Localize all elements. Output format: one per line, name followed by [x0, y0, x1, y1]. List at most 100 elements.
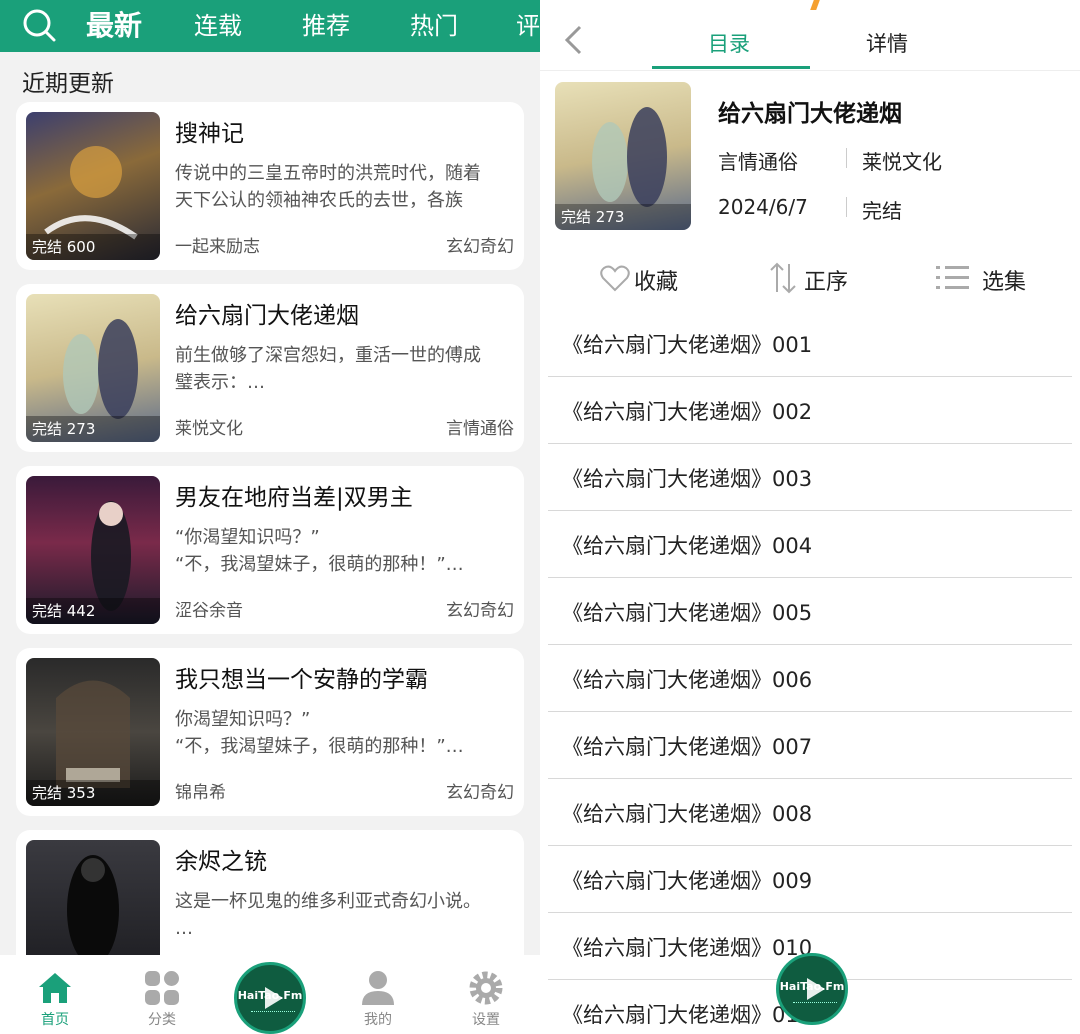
- tab-label: 设置: [472, 1012, 500, 1028]
- home-icon: [39, 973, 71, 1003]
- book-desc: 这是一杯见鬼的维多利亚式奇幻小说。 …: [175, 891, 481, 939]
- tab-hot[interactable]: 热门: [410, 6, 458, 41]
- book-title: 余烬之铳: [175, 849, 267, 875]
- book-desc: 传说中的三皇五帝时的洪荒时代，随着 天下公认的领袖神农氏的去世，各族: [175, 163, 481, 211]
- decorative-mark: [810, 0, 820, 10]
- book-cover: 完结 442: [26, 476, 160, 624]
- book-author: 锦帛希: [175, 783, 226, 803]
- chapter-title: 《给六扇门大佬递烟》008: [562, 802, 813, 826]
- book-title: 男友在地府当差|双男主: [175, 485, 413, 511]
- section-title: 近期更新: [22, 71, 114, 97]
- sort-order-label: 正序: [804, 270, 849, 295]
- select-episodes-label: 选集: [982, 270, 1027, 295]
- book-cover: 完结 273: [555, 82, 691, 230]
- chapter-title: 《给六扇门大佬递烟》009: [562, 869, 813, 893]
- separator: [846, 197, 847, 217]
- chapter-title: 《给六扇门大佬递烟》006: [562, 668, 813, 692]
- user-icon: [362, 971, 394, 1005]
- chapter-item[interactable]: 《给六扇门大佬递烟》007: [548, 712, 1072, 779]
- waveform-icon: [793, 1002, 837, 1008]
- book-author: 莱悦文化: [175, 419, 243, 439]
- separator: [846, 148, 847, 168]
- play-icon: [807, 978, 825, 1000]
- book-title: 给六扇门大佬递烟: [718, 101, 902, 127]
- book-genre: 言情通俗: [446, 419, 514, 439]
- tab-contents[interactable]: 目录: [708, 28, 750, 58]
- book-genre: 玄幻奇幻: [446, 783, 514, 803]
- book-cover: 完结 353: [26, 658, 160, 806]
- book-card[interactable]: 完结 273 给六扇门大佬递烟 前生做够了深宫怨妇，重活一世的傅成 璧表示：… …: [16, 284, 524, 452]
- bottom-tab-bar: 首页 分类 HaiTao.Fm 我的 设置: [0, 955, 540, 1034]
- list-icon: [936, 266, 969, 289]
- book-genre: 玄幻奇幻: [446, 601, 514, 621]
- status-badge: 完结 600: [26, 234, 160, 260]
- search-icon[interactable]: [22, 8, 56, 42]
- tab-label: 分类: [148, 1012, 176, 1028]
- heart-icon: [600, 265, 630, 292]
- tab-label: 首页: [41, 1012, 69, 1028]
- book-publisher: 莱悦文化: [862, 150, 942, 174]
- book-desc: 前生做够了深宫怨妇，重活一世的傅成 璧表示：…: [175, 345, 481, 393]
- select-episodes-button[interactable]: 选集: [936, 258, 1066, 298]
- book-card[interactable]: 完结 442 男友在地府当差|双男主 “你渴望知识吗？” “不，我渴望妹子，很萌…: [16, 466, 524, 634]
- tab-mine[interactable]: 我的: [348, 969, 408, 1029]
- status-badge: 完结 353: [26, 780, 160, 806]
- tab-home[interactable]: 首页: [25, 969, 85, 1029]
- status-badge: 完结 442: [26, 598, 160, 624]
- book-title: 搜神记: [175, 121, 244, 147]
- chapter-title: 《给六扇门大佬递烟》007: [562, 735, 813, 759]
- chapter-item[interactable]: 《给六扇门大佬递烟》001: [548, 310, 1072, 377]
- top-nav-bar: 最新 连载 推荐 热门 评: [0, 0, 540, 52]
- chapter-item[interactable]: 《给六扇门大佬递烟》005: [548, 578, 1072, 645]
- chapter-title: 《给六扇门大佬递烟》010: [562, 936, 813, 960]
- book-genre: 言情通俗: [718, 150, 798, 174]
- status-badge: 完结 273: [555, 204, 691, 230]
- chapter-title: 《给六扇门大佬递烟》002: [562, 400, 813, 424]
- book-cover: 完结 273: [26, 294, 160, 442]
- divider: [540, 70, 1080, 71]
- waveform-icon: [251, 1011, 295, 1017]
- tab-category[interactable]: 分类: [132, 969, 192, 1029]
- book-card[interactable]: 完结 600 搜神记 传说中的三皇五帝时的洪荒时代，随着 天下公认的领袖神农氏的…: [16, 102, 524, 270]
- book-detail-screen: 目录 详情 完结 273 给六扇门大佬递烟 言情通俗 莱悦文化 2024/6/7…: [540, 0, 1080, 1034]
- chapter-item[interactable]: 《给六扇门大佬递烟》006: [548, 645, 1072, 712]
- favorite-label: 收藏: [634, 270, 679, 295]
- chapter-item[interactable]: 《给六扇门大佬递烟》004: [548, 511, 1072, 578]
- tab-review[interactable]: 评: [516, 6, 540, 41]
- chapter-title: 《给六扇门大佬递烟》001: [562, 333, 813, 357]
- tab-latest[interactable]: 最新: [86, 4, 142, 44]
- book-title: 我只想当一个安静的学霸: [175, 667, 428, 693]
- chapter-title: 《给六扇门大佬递烟》003: [562, 467, 813, 491]
- gear-icon: [469, 971, 503, 1005]
- favorite-button[interactable]: 收藏: [598, 258, 728, 298]
- tab-details[interactable]: 详情: [866, 28, 908, 58]
- book-author: 一起来励志: [175, 237, 260, 257]
- sort-order-button[interactable]: 正序: [768, 258, 898, 298]
- book-genre: 玄幻奇幻: [446, 237, 514, 257]
- sort-icon: [770, 262, 796, 294]
- book-status: 完结: [862, 199, 902, 223]
- book-cover: 完结 600: [26, 112, 160, 260]
- tab-settings[interactable]: 设置: [456, 969, 516, 1029]
- chapter-item[interactable]: 《给六扇门大佬递烟》009: [548, 846, 1072, 913]
- book-list-screen: 最新 连载 推荐 热门 评 近期更新 完结 600 搜神记 传说中的三皇五帝时的…: [0, 0, 540, 1034]
- active-tab-indicator: [652, 66, 810, 69]
- book-date: 2024/6/7: [718, 195, 808, 219]
- tab-label: 我的: [364, 1012, 392, 1028]
- book-desc: “你渴望知识吗？” “不，我渴望妹子，很萌的那种！”…: [175, 527, 464, 575]
- chapter-item[interactable]: 《给六扇门大佬递烟》002: [548, 377, 1072, 444]
- chapter-title: 《给六扇门大佬递烟》004: [562, 534, 813, 558]
- chapter-item[interactable]: 《给六扇门大佬递烟》008: [548, 779, 1072, 846]
- book-card[interactable]: 完结 353 我只想当一个安静的学霸 你渴望知识吗？” “不，我渴望妹子，很萌的…: [16, 648, 524, 816]
- chapter-item[interactable]: 《给六扇门大佬递烟》003: [548, 444, 1072, 511]
- mini-player-button[interactable]: HaiTao.Fm: [776, 953, 848, 1025]
- mini-player-button[interactable]: HaiTao.Fm: [234, 962, 306, 1034]
- grid-icon: [145, 971, 179, 1005]
- tab-serial[interactable]: 连载: [194, 6, 242, 41]
- back-arrow-icon[interactable]: [562, 24, 584, 56]
- chapter-title: 《给六扇门大佬递烟》005: [562, 601, 813, 625]
- tab-recommend[interactable]: 推荐: [302, 6, 350, 41]
- chapter-title: 《给六扇门大佬递烟》011: [562, 1003, 813, 1027]
- book-title: 给六扇门大佬递烟: [175, 303, 359, 329]
- book-author: 涩谷余音: [175, 601, 243, 621]
